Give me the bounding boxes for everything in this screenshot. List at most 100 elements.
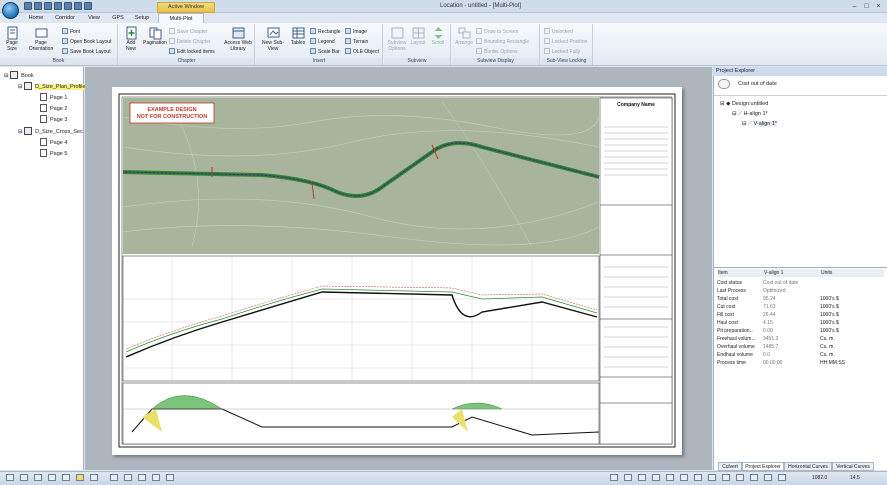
add-new-button[interactable]: Add New	[121, 26, 141, 52]
property-row[interactable]: Cut cost 71.63 1000's $	[717, 303, 883, 311]
nav-left-icon[interactable]	[610, 474, 618, 481]
move-tool-icon[interactable]	[48, 474, 56, 481]
tab-multi-plot[interactable]: Multi-Plot	[158, 13, 204, 23]
tab-project-explorer[interactable]: Project Explorer	[742, 462, 784, 471]
property-row[interactable]: Overhaul volume 1485.7 Cu. m.	[717, 343, 883, 351]
plot-tool-icon[interactable]	[76, 474, 84, 481]
print-icon[interactable]	[54, 2, 62, 10]
tree-page-4[interactable]: Page 4	[40, 138, 67, 146]
minimize-button[interactable]: –	[850, 2, 859, 11]
tree-design[interactable]: ⊟ ◆ Design:untitled	[720, 101, 768, 107]
property-row[interactable]: Fill cost 26.44 1000's $	[717, 311, 883, 319]
font-button[interactable]: Font	[62, 28, 80, 36]
tree-h-align[interactable]: ⊟ ⟋ H-align 1*	[732, 111, 768, 118]
scroll-button[interactable]: Scroll	[428, 26, 448, 47]
image-button[interactable]: Image	[345, 28, 367, 36]
hand-icon[interactable]	[708, 474, 716, 481]
polyline-tool-icon[interactable]	[20, 474, 28, 481]
border-options-button[interactable]: Border Options	[476, 48, 518, 56]
locked-position-button[interactable]: Locked Position	[544, 38, 587, 46]
zoom-in-icon[interactable]	[638, 474, 646, 481]
zoom-extents-icon[interactable]	[666, 474, 674, 481]
new-icon[interactable]	[24, 2, 32, 10]
tab-view[interactable]: View	[84, 13, 104, 23]
tree-page-1[interactable]: Page 1	[40, 93, 67, 101]
access-web-library-button[interactable]: Access Web Library	[222, 26, 254, 52]
app-menu-button[interactable]	[2, 2, 19, 19]
bounding-rectangle-button[interactable]: Bounding Rectangle	[476, 38, 529, 46]
save-chapter-button[interactable]: Save Chapter	[169, 28, 208, 36]
pagination-button[interactable]: Pagination	[142, 26, 168, 47]
layout-button[interactable]: Layout	[409, 26, 427, 47]
tab-culvert[interactable]: Culvert	[718, 462, 742, 471]
arrange-button[interactable]: Arrange	[454, 26, 474, 47]
scale-bar-button[interactable]: Scale Bar	[310, 48, 340, 56]
grid-tool-icon[interactable]	[166, 474, 174, 481]
new-subview-button[interactable]: New Sub-View	[258, 26, 288, 52]
locked-fully-button[interactable]: Locked Fully	[544, 48, 580, 56]
maximize-button[interactable]: □	[862, 2, 871, 11]
profile-view[interactable]	[122, 255, 600, 382]
close-button[interactable]: ×	[874, 2, 883, 11]
measure-tool-icon[interactable]	[138, 474, 146, 481]
ole-object-button[interactable]: OLE Object	[345, 48, 379, 56]
page-size-button[interactable]: Page Size	[2, 26, 22, 52]
layers-icon[interactable]	[736, 474, 744, 481]
curve-tool-icon[interactable]	[34, 474, 42, 481]
tree-page-5[interactable]: Page 5	[40, 149, 67, 157]
tab-gps[interactable]: GPS	[110, 13, 126, 23]
draw-to-screen-button[interactable]: Draw to Screen	[476, 28, 518, 36]
zoom-tool-icon[interactable]	[124, 474, 132, 481]
customize-qat-icon[interactable]	[84, 2, 92, 10]
delete-chapter-button[interactable]: Delete Chapter	[169, 38, 211, 46]
print-preview-icon[interactable]	[722, 474, 730, 481]
camera-icon[interactable]	[764, 474, 772, 481]
terrain-button[interactable]: Terrain	[345, 38, 368, 46]
splitter[interactable]	[714, 267, 887, 268]
save-book-layout-button[interactable]: Save Book Layout	[62, 48, 111, 56]
tables-button[interactable]: Tables	[289, 26, 307, 47]
property-row[interactable]: Haul cost 4.15 1000's $	[717, 319, 883, 327]
tab-home[interactable]: Home	[24, 13, 48, 23]
property-row[interactable]: Endhaul volume 0.0 Cu. m.	[717, 351, 883, 359]
tree-chapter-cross-sec[interactable]: ⊟ D_Size_Cross_Sec	[18, 127, 83, 135]
tree-chapter-plan-profile[interactable]: ⊟ D_Size_Plan_Profile	[18, 82, 86, 90]
settings-icon[interactable]	[750, 474, 758, 481]
rotate-tool-icon[interactable]	[62, 474, 70, 481]
undo-icon[interactable]	[64, 2, 72, 10]
tab-corridor[interactable]: Corridor	[52, 13, 78, 23]
tab-horizontal-curves[interactable]: Horizontal Curves	[784, 462, 832, 471]
nav-right-icon[interactable]	[624, 474, 632, 481]
tab-vertical-curves[interactable]: Vertical Curves	[832, 462, 874, 471]
tree-page-3[interactable]: Page 3	[40, 115, 67, 123]
property-row[interactable]: Last Process Optimized	[717, 287, 883, 295]
property-row[interactable]: Freehaul volum... 3451.3 Cu. m.	[717, 335, 883, 343]
pan-tool-icon[interactable]	[110, 474, 118, 481]
view-3d-icon[interactable]	[694, 474, 702, 481]
refresh-icon[interactable]	[680, 474, 688, 481]
zoom-out-icon[interactable]	[652, 474, 660, 481]
tree-page-2[interactable]: Page 2	[40, 104, 67, 112]
layer-tool-icon[interactable]	[90, 474, 98, 481]
rectangle-button[interactable]: Rectangle	[310, 28, 341, 36]
save-icon[interactable]	[44, 2, 52, 10]
tree-book-root[interactable]: ⊟ Book	[4, 71, 34, 79]
property-row[interactable]: Process time 00:00:00 HH:MM:SS	[717, 359, 883, 367]
select-tool-icon[interactable]	[6, 474, 14, 481]
mass-haul-view[interactable]	[122, 382, 600, 445]
page-orientation-button[interactable]: Page Orientation	[25, 26, 57, 52]
open-icon[interactable]	[34, 2, 42, 10]
property-row[interactable]: Cost status Cost out of date	[717, 279, 883, 287]
unlocked-button[interactable]: Unlocked	[544, 28, 573, 36]
tab-setup[interactable]: Setup	[132, 13, 152, 23]
info-icon[interactable]	[778, 474, 786, 481]
property-row[interactable]: Pit preparation... 0.00 1000's $	[717, 327, 883, 335]
tree-v-align[interactable]: ⊟ ⟋ V-align 1*	[742, 121, 778, 128]
subview-options-button[interactable]: Subview Options	[386, 26, 408, 52]
open-book-layout-button[interactable]: Open Book Layout	[62, 38, 111, 46]
snap-tool-icon[interactable]	[152, 474, 160, 481]
edit-locked-items-button[interactable]: Edit locked items	[169, 48, 215, 56]
redo-icon[interactable]	[74, 2, 82, 10]
legend-button[interactable]: Legend	[310, 38, 335, 46]
property-row[interactable]: Total cost 95.24 1000's $	[717, 295, 883, 303]
